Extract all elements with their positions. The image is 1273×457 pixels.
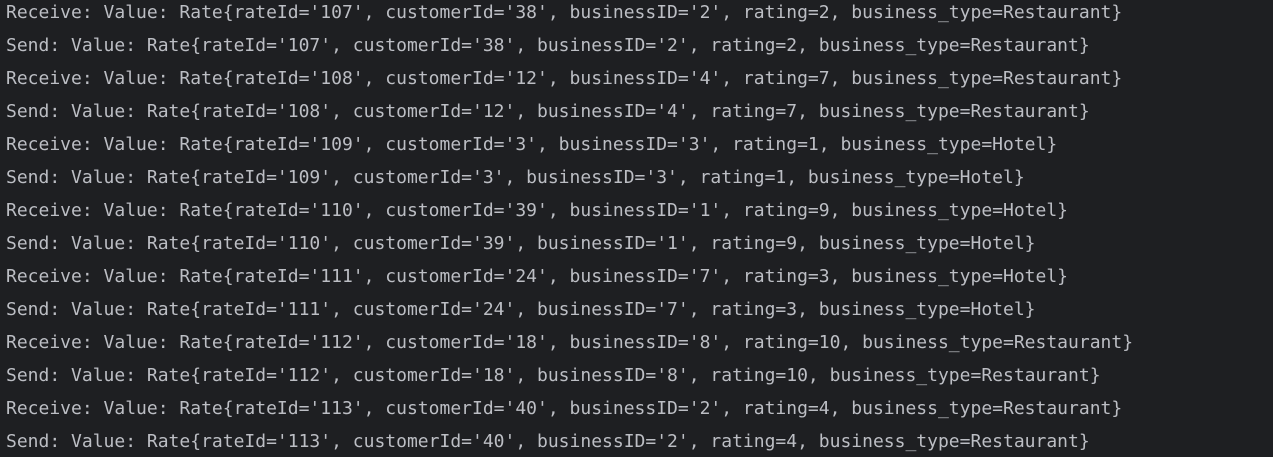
console-line-8: Send: Value: Rate{rateId='110', customer… — [6, 233, 1036, 254]
console-line-1: Receive: Value: Rate{rateId='107', custo… — [6, 2, 1123, 23]
console-line-5: Receive: Value: Rate{rateId='109', custo… — [6, 134, 1058, 155]
console-line-6: Send: Value: Rate{rateId='109', customer… — [6, 167, 1025, 188]
console-line-11: Receive: Value: Rate{rateId='112', custo… — [6, 332, 1134, 353]
console-line-10: Send: Value: Rate{rateId='111', customer… — [6, 299, 1036, 320]
console-line-7: Receive: Value: Rate{rateId='110', custo… — [6, 200, 1069, 221]
console-line-4: Send: Value: Rate{rateId='108', customer… — [6, 101, 1090, 122]
console-line-9: Receive: Value: Rate{rateId='111', custo… — [6, 266, 1069, 287]
console-line-13: Receive: Value: Rate{rateId='113', custo… — [6, 398, 1123, 419]
console-line-14: Send: Value: Rate{rateId='113', customer… — [6, 431, 1090, 452]
console-line-2: Send: Value: Rate{rateId='107', customer… — [6, 35, 1090, 56]
console-line-3: Receive: Value: Rate{rateId='108', custo… — [6, 68, 1123, 89]
console-line-12: Send: Value: Rate{rateId='112', customer… — [6, 365, 1101, 386]
console-output[interactable]: Receive: Value: Rate{rateId='107', custo… — [0, 0, 1273, 457]
